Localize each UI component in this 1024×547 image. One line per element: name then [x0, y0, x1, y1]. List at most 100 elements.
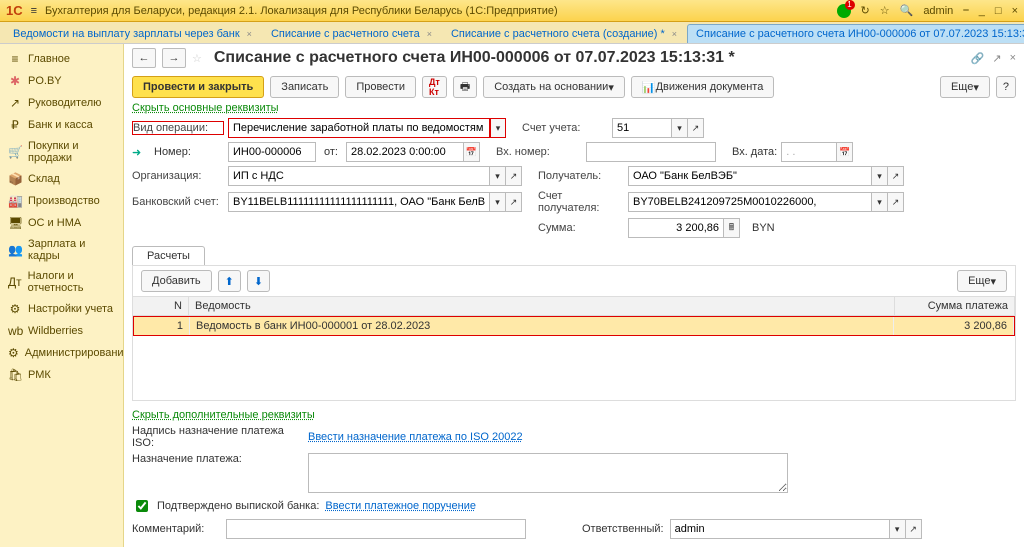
document-tab[interactable]: Списание с расчетного счета (создание) *…: [442, 24, 686, 43]
document-tab[interactable]: Списание с расчетного счета×: [262, 24, 441, 43]
confirmed-label: Подтверждено выпиской банка:: [157, 500, 319, 512]
save-button[interactable]: Записать: [270, 76, 339, 98]
star-icon[interactable]: ☆: [880, 4, 890, 17]
add-row-button[interactable]: Добавить: [141, 270, 212, 292]
section-icon: Дт: [8, 275, 22, 289]
close-window-icon[interactable]: ×: [1012, 5, 1018, 17]
bank-acc-input[interactable]: [228, 192, 490, 212]
post-and-close-button[interactable]: Провести и закрыть: [132, 76, 264, 98]
dropdown-icon[interactable]: ▾: [490, 192, 506, 212]
help-button[interactable]: ?: [996, 76, 1016, 98]
notification-badge[interactable]: [837, 4, 851, 18]
sum-input[interactable]: [628, 218, 724, 238]
section-icon: 📦: [8, 172, 22, 186]
inc-date-input[interactable]: [781, 142, 837, 162]
inc-number-input[interactable]: [586, 142, 716, 162]
nav-back-button[interactable]: ←: [132, 48, 156, 68]
more-button[interactable]: Еще ▾: [940, 76, 990, 98]
recipient-acc-label: Счет получателя:: [538, 190, 624, 214]
open-icon[interactable]: ↗: [906, 519, 922, 539]
user-label[interactable]: admin: [923, 5, 953, 17]
dropdown-icon[interactable]: ▾: [872, 192, 888, 212]
star-icon[interactable]: ☆: [192, 52, 202, 65]
sidebar-item[interactable]: ⚙Администрирование: [0, 342, 123, 364]
calendar-icon[interactable]: 📅: [837, 142, 853, 162]
purpose-textarea[interactable]: [308, 453, 788, 493]
section-icon: ₽: [8, 118, 22, 132]
recipient-acc-input[interactable]: [628, 192, 872, 212]
document-title: Списание с расчетного счета ИН00-000006 …: [214, 49, 735, 67]
dropdown-icon[interactable]: ▾: [890, 519, 906, 539]
move-down-button[interactable]: ⬇: [247, 270, 270, 292]
enter-payment-link[interactable]: Ввести платежное поручение: [325, 500, 476, 512]
payments-grid[interactable]: N Ведомость Сумма платежа 1 Ведомость в …: [132, 296, 1016, 401]
recipient-input[interactable]: [628, 166, 872, 186]
document-tab[interactable]: Списание с расчетного счета ИН00-000006 …: [687, 24, 1024, 43]
date-input[interactable]: [346, 142, 464, 162]
document-tabs: Ведомости на выплату зарплаты через банк…: [0, 22, 1024, 44]
open-icon[interactable]: ↗: [888, 192, 904, 212]
account-label: Счет учета:: [522, 122, 608, 134]
grid-more-button[interactable]: Еще ▾: [957, 270, 1007, 292]
sidebar-item[interactable]: 👥Зарплата и кадры: [0, 234, 123, 266]
post-button[interactable]: Провести: [345, 76, 416, 98]
org-input[interactable]: [228, 166, 490, 186]
link-icon[interactable]: 🔗: [971, 52, 985, 65]
sidebar-item[interactable]: 📦Склад: [0, 168, 123, 190]
open-icon[interactable]: ↗: [506, 192, 522, 212]
expand-icon[interactable]: ↗: [992, 52, 1001, 65]
table-row[interactable]: 1 Ведомость в банк ИН00-000001 от 28.02.…: [133, 316, 1015, 336]
close-icon[interactable]: ×: [427, 29, 432, 39]
close-doc-icon[interactable]: ×: [1010, 52, 1016, 65]
print-button[interactable]: 🖶: [453, 76, 477, 98]
section-icon: ⚙: [8, 346, 19, 360]
sidebar-item[interactable]: ⚙Настройки учета: [0, 298, 123, 320]
section-icon: ⚙: [8, 302, 22, 316]
account-input[interactable]: [612, 118, 672, 138]
comment-input[interactable]: [226, 519, 526, 539]
nav-fwd-button[interactable]: →: [162, 48, 186, 68]
tab-calculations[interactable]: Расчеты: [132, 246, 205, 265]
dropdown-icon[interactable]: ▾: [672, 118, 688, 138]
sidebar-item[interactable]: 🛍РМК: [0, 364, 123, 386]
sidebar-item[interactable]: 🛒Покупки и продажи: [0, 136, 123, 168]
maximize-icon[interactable]: □: [995, 5, 1002, 17]
create-based-button[interactable]: Создать на основании ▾: [483, 76, 625, 98]
minimize-icon[interactable]: _: [979, 5, 985, 17]
sidebar-item[interactable]: wbWildberries: [0, 320, 123, 342]
sidebar-item[interactable]: 🏭Производство: [0, 190, 123, 212]
app-logo: 1C: [6, 3, 23, 18]
operation-select[interactable]: [228, 118, 490, 138]
sidebar-item[interactable]: ₽Банк и касса: [0, 114, 123, 136]
caption-icon[interactable]: ⎯: [963, 4, 969, 17]
open-icon[interactable]: ↗: [688, 118, 704, 138]
sidebar-item[interactable]: ✱PO.BY: [0, 70, 123, 92]
number-input[interactable]: [228, 142, 316, 162]
movements-button[interactable]: 📊 Движения документа: [631, 76, 775, 98]
dropdown-icon[interactable]: ▾: [490, 118, 506, 138]
sidebar-item[interactable]: ≡Главное: [0, 48, 123, 70]
calendar-icon[interactable]: 📅: [464, 142, 480, 162]
dropdown-icon[interactable]: ▾: [872, 166, 888, 186]
dropdown-icon[interactable]: ▾: [490, 166, 506, 186]
calc-icon[interactable]: 🖩: [724, 218, 740, 238]
confirmed-checkbox[interactable]: [136, 500, 148, 512]
open-icon[interactable]: ↗: [888, 166, 904, 186]
sidebar-item[interactable]: ДтНалоги и отчетность: [0, 266, 123, 298]
iso-link[interactable]: Ввести назначение платежа по ISO 20022: [308, 431, 523, 443]
history-icon[interactable]: ↻: [861, 4, 870, 17]
close-icon[interactable]: ×: [247, 29, 252, 39]
hide-extra-link[interactable]: Скрыть дополнительные реквизиты: [132, 409, 315, 421]
open-icon[interactable]: ↗: [506, 166, 522, 186]
move-up-button[interactable]: ⬆: [218, 270, 241, 292]
org-label: Организация:: [132, 170, 224, 182]
sidebar-item[interactable]: 🖥ОС и НМА: [0, 212, 123, 234]
hide-main-link[interactable]: Скрыть основные реквизиты: [132, 102, 279, 114]
menu-icon[interactable]: ≡: [31, 5, 37, 17]
search-icon[interactable]: 🔍: [900, 4, 914, 17]
close-icon[interactable]: ×: [672, 29, 677, 39]
responsible-input[interactable]: [670, 519, 890, 539]
dtkt-button[interactable]: ДтКт: [422, 76, 447, 98]
sidebar-item[interactable]: ↗Руководителю: [0, 92, 123, 114]
document-tab[interactable]: Ведомости на выплату зарплаты через банк…: [4, 24, 261, 43]
